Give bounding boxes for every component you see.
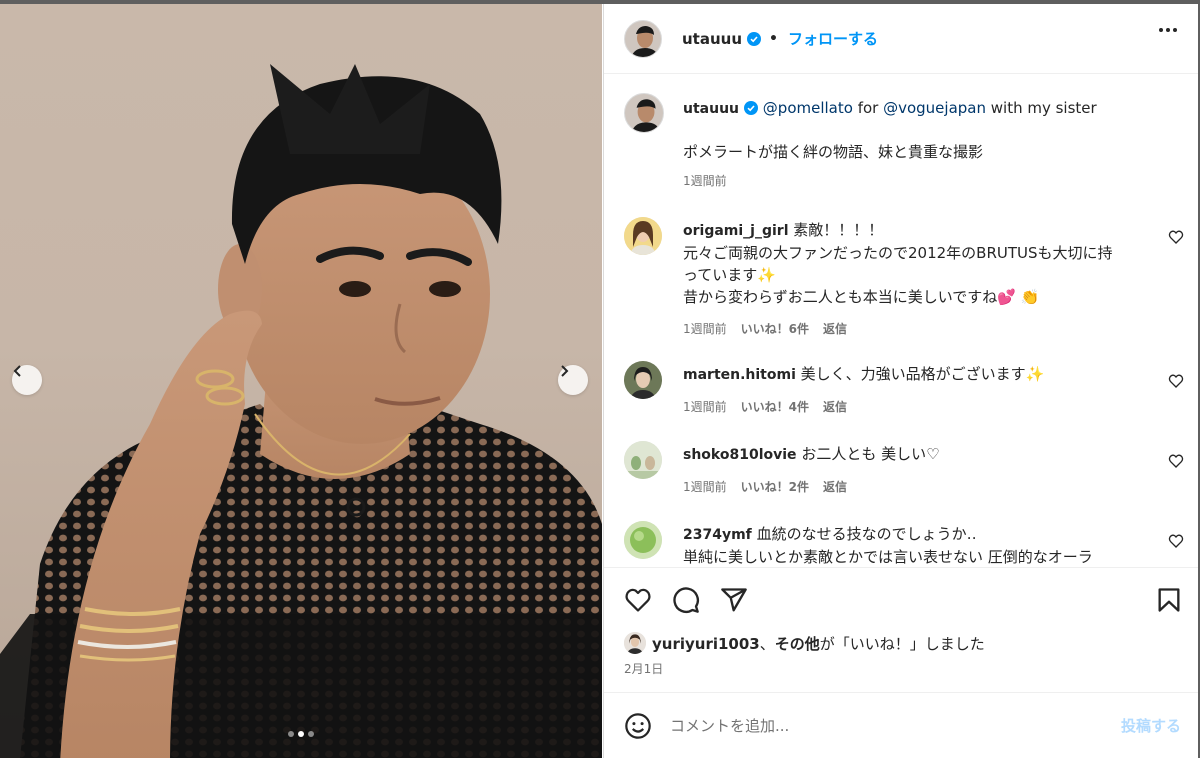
comment-likes[interactable]: いいね！2件	[741, 476, 809, 498]
carousel-next-button[interactable]	[558, 365, 588, 395]
carousel-indicator	[0, 731, 602, 737]
author-avatar[interactable]	[624, 19, 662, 58]
comment-likes[interactable]: いいね！4件	[741, 396, 809, 418]
caption-author-avatar[interactable]	[624, 93, 664, 133]
commenter-avatar[interactable]	[624, 441, 662, 479]
liked-by-others[interactable]: その他	[775, 635, 820, 653]
post-side-panel: utauuu • フォローする utauuu @pomellato for @v…	[603, 4, 1199, 758]
liked-by-suffix: が「いいね！」しました	[819, 634, 985, 653]
comment-text: っています✨	[683, 266, 776, 284]
comment-input[interactable]	[670, 716, 1090, 735]
follow-button[interactable]: フォローする	[788, 28, 878, 49]
comment-timestamp[interactable]: 1週間前	[683, 318, 727, 340]
commenter-avatar[interactable]	[624, 217, 662, 255]
commenter-username[interactable]: origami_j_girl	[683, 223, 789, 239]
comment-text: 昔から変わらずお二人とも本当に美しいですね💕 👏	[683, 288, 1040, 306]
reply-button[interactable]: 返信	[823, 476, 847, 498]
more-options-icon[interactable]	[1159, 28, 1177, 32]
comment-text: 美しく、力強い品格がございます✨	[800, 365, 1045, 383]
comment-icon[interactable]	[672, 586, 700, 614]
caption-username[interactable]: utauuu	[683, 101, 739, 117]
post-photo	[0, 4, 602, 758]
caption-timestamp[interactable]: 1週間前	[683, 170, 1183, 192]
chevron-left-icon	[13, 365, 21, 377]
reply-button[interactable]: 返信	[823, 318, 847, 340]
heart-icon[interactable]	[1168, 453, 1184, 469]
post-actions: yuriyuri1003、その他が「いいね！」しました 2月1日	[604, 567, 1199, 692]
comment-text: 血統のなせる技なのでしょうか‥	[756, 525, 977, 543]
comment-likes[interactable]: いいね！6件	[741, 318, 809, 340]
bookmark-icon[interactable]	[1155, 586, 1183, 614]
carousel-dot	[308, 731, 314, 737]
liked-by-summary: yuriyuri1003、その他が「いいね！」しました	[624, 632, 985, 654]
verified-badge-icon	[747, 31, 762, 46]
comment-text: お二人とも 美しい♡	[801, 445, 940, 463]
caption-mention-pomellato[interactable]: @pomellato	[763, 99, 853, 117]
caption-mention-voguejapan[interactable]: @voguejapan	[883, 99, 986, 117]
comment-timestamp[interactable]: 1週間前	[683, 476, 727, 498]
carousel-dot	[288, 731, 294, 737]
carousel-prev-button[interactable]	[12, 365, 42, 395]
emoji-icon[interactable]	[624, 712, 652, 740]
caption-line2: ポメラートが描く絆の物語、妹と貴重な撮影	[683, 143, 984, 161]
add-comment-bar: 投稿する	[604, 692, 1199, 758]
commenter-username[interactable]: 2374ymf	[683, 527, 752, 543]
heart-icon[interactable]	[1168, 533, 1184, 549]
share-icon[interactable]	[720, 586, 748, 614]
chevron-right-icon	[561, 365, 569, 377]
carousel-dot-active	[298, 731, 304, 737]
commenter-username[interactable]: shoko810lovie	[683, 447, 797, 463]
liker-username[interactable]: yuriyuri1003	[652, 635, 760, 653]
caption-text: for	[852, 99, 884, 117]
comments-list[interactable]: utauuu @pomellato for @voguejapan with m…	[604, 75, 1199, 567]
portrait-illustration	[0, 64, 602, 758]
heart-icon[interactable]	[1168, 229, 1184, 245]
post-comment-button[interactable]: 投稿する	[1121, 715, 1181, 736]
caption-text: with my sister	[985, 99, 1097, 117]
comment-text: 元々ご両親の大ファンだったので2012年のBRUTUSも大切に持	[683, 244, 1113, 262]
commenter-avatar[interactable]	[624, 521, 662, 559]
reply-button[interactable]: 返信	[823, 396, 847, 418]
comment-text: 素敵！！！！	[793, 221, 884, 239]
like-heart-icon[interactable]	[624, 586, 652, 614]
liker-avatar[interactable]	[624, 632, 646, 654]
post-header: utauuu • フォローする	[604, 4, 1199, 74]
verified-badge-icon	[744, 101, 759, 115]
liked-by-joiner: 、	[759, 634, 775, 653]
commenter-avatar[interactable]	[624, 361, 662, 399]
post-date[interactable]: 2月1日	[624, 660, 663, 677]
header-separator: •	[769, 30, 778, 47]
comment-text: 単純に美しいとか素敵とかでは言い表せない 圧倒的なオーラ	[683, 548, 1093, 566]
comment-timestamp[interactable]: 1週間前	[683, 396, 727, 418]
commenter-username[interactable]: marten.hitomi	[683, 367, 796, 383]
author-username[interactable]: utauuu	[682, 30, 742, 48]
heart-icon[interactable]	[1168, 373, 1184, 389]
